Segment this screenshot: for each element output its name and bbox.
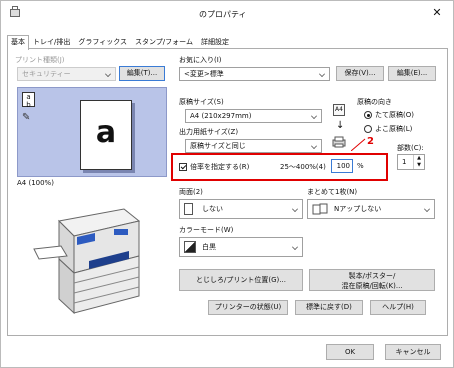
help-button[interactable]: ヘルプ(H) bbox=[370, 300, 426, 315]
tab-tray-output[interactable]: トレイ/排出 bbox=[29, 35, 74, 49]
orientation-landscape-label: よこ原稿(L) bbox=[375, 125, 413, 133]
nup-pages-icon bbox=[312, 203, 328, 215]
copies-value: 1 bbox=[402, 158, 407, 166]
printer-illustration bbox=[29, 201, 149, 321]
original-size-value: A4 (210x297mm) bbox=[190, 112, 252, 120]
nup-label: まとめて1枚(N) bbox=[307, 188, 358, 196]
title-bar: のプロパティ ✕ bbox=[1, 1, 453, 27]
scale-checkbox[interactable] bbox=[179, 163, 187, 171]
favorites-select[interactable]: <変更>標準 bbox=[179, 67, 330, 81]
chevron-down-icon bbox=[319, 71, 325, 77]
properties-dialog: のプロパティ ✕ 基本 トレイ/排出 グラフィックス スタンプ/フォーム 詳細設… bbox=[0, 0, 454, 368]
print-type-value: セキュリティー bbox=[22, 70, 71, 78]
page-preview: ab ✎ a bbox=[17, 87, 167, 177]
nup-value: Nアップしない bbox=[334, 205, 382, 213]
favorites-edit-button[interactable]: 編集(E)... bbox=[388, 66, 436, 81]
print-type-label: プリント種類(J) bbox=[15, 56, 65, 64]
printer-status-button[interactable]: プリンターの状態(U) bbox=[208, 300, 288, 315]
annotation-number: 2 bbox=[367, 136, 374, 147]
orientation-label: 原稿の向き bbox=[357, 98, 392, 106]
tab-strip: 基本 トレイ/排出 グラフィックス スタンプ/フォーム 詳細設定 bbox=[7, 35, 233, 50]
chevron-down-icon bbox=[292, 244, 298, 250]
booklet-poster-button[interactable]: 製本/ポスター/ 混在原稿/回転(K)... bbox=[309, 269, 435, 291]
print-type-select[interactable]: セキュリティー bbox=[17, 67, 116, 81]
duplex-label: 両面(2) bbox=[179, 188, 203, 196]
favorites-save-button[interactable]: 保存(V)... bbox=[336, 66, 384, 81]
monochrome-icon bbox=[184, 241, 196, 253]
tab-advanced[interactable]: 詳細設定 bbox=[197, 35, 233, 49]
restore-default-button[interactable]: 標準に戻す(D) bbox=[295, 300, 363, 315]
scale-value: 100 bbox=[336, 162, 350, 170]
scale-label: 倍率を指定する(R) bbox=[190, 163, 250, 171]
tab-graphics[interactable]: グラフィックス bbox=[74, 35, 131, 49]
color-mode-label: カラーモード(W) bbox=[179, 226, 234, 234]
tab-stamp-form[interactable]: スタンプ/フォーム bbox=[131, 35, 197, 49]
staple-icon: ✎ bbox=[22, 112, 31, 123]
chevron-down-icon bbox=[311, 113, 317, 119]
arrow-down-icon: ↓ bbox=[336, 120, 345, 131]
preview-caption: A4 (100%) bbox=[17, 179, 54, 187]
original-paper-icon: A4 bbox=[333, 104, 345, 116]
copies-spinner[interactable]: ▲ ▼ bbox=[413, 155, 424, 169]
color-mode-select[interactable]: 白黒 bbox=[179, 237, 303, 257]
close-icon[interactable]: ✕ bbox=[430, 6, 444, 19]
window-title: のプロパティ bbox=[199, 10, 247, 19]
chevron-down-icon bbox=[424, 206, 430, 212]
ok-button[interactable]: OK bbox=[326, 344, 374, 360]
duplex-value: しない bbox=[202, 205, 223, 213]
preview-letter: a bbox=[95, 115, 117, 150]
duplex-page-icon bbox=[184, 203, 193, 215]
original-size-select[interactable]: A4 (210x297mm) bbox=[185, 109, 322, 123]
scale-range: 25～400%(4) bbox=[280, 163, 326, 171]
color-mode-value: 白黒 bbox=[202, 243, 216, 251]
printer-output-icon bbox=[332, 136, 346, 148]
cancel-button[interactable]: キャンセル bbox=[385, 344, 441, 360]
favorites-label: お気に入り(I) bbox=[179, 56, 222, 64]
original-size-label: 原稿サイズ(S) bbox=[179, 98, 224, 106]
annotation-arrow bbox=[350, 137, 381, 152]
scale-unit: % bbox=[357, 162, 364, 170]
output-size-label: 出力用紙サイズ(Z) bbox=[179, 128, 239, 136]
output-size-value: 原稿サイズと同じ bbox=[190, 142, 246, 150]
copies-label: 部数(C): bbox=[397, 144, 424, 152]
chevron-down-icon bbox=[292, 206, 298, 212]
orientation-portrait-radio[interactable] bbox=[364, 111, 372, 119]
duplex-select[interactable]: しない bbox=[179, 199, 303, 219]
binding-position-button[interactable]: とじしろ/プリント位置(G)... bbox=[179, 269, 303, 291]
chevron-down-icon bbox=[105, 71, 111, 77]
booklet-line-2: 混在原稿/回転(K)... bbox=[341, 282, 403, 290]
preview-page: a bbox=[80, 100, 132, 170]
print-type-edit-button[interactable]: 編集(T)... bbox=[119, 66, 165, 81]
booklet-line-1: 製本/ポスター/ bbox=[348, 272, 396, 280]
orientation-landscape-radio[interactable] bbox=[364, 125, 372, 133]
scale-input[interactable]: 100 bbox=[331, 159, 353, 173]
favorites-value: <変更>標準 bbox=[184, 70, 224, 78]
chevron-down-icon bbox=[311, 143, 317, 149]
output-size-select[interactable]: 原稿サイズと同じ bbox=[185, 139, 322, 153]
printer-icon bbox=[10, 6, 20, 17]
nup-layout-icon: ab bbox=[22, 92, 35, 109]
orientation-portrait-label: たて原稿(O) bbox=[375, 111, 414, 119]
tab-basic[interactable]: 基本 bbox=[7, 35, 29, 50]
